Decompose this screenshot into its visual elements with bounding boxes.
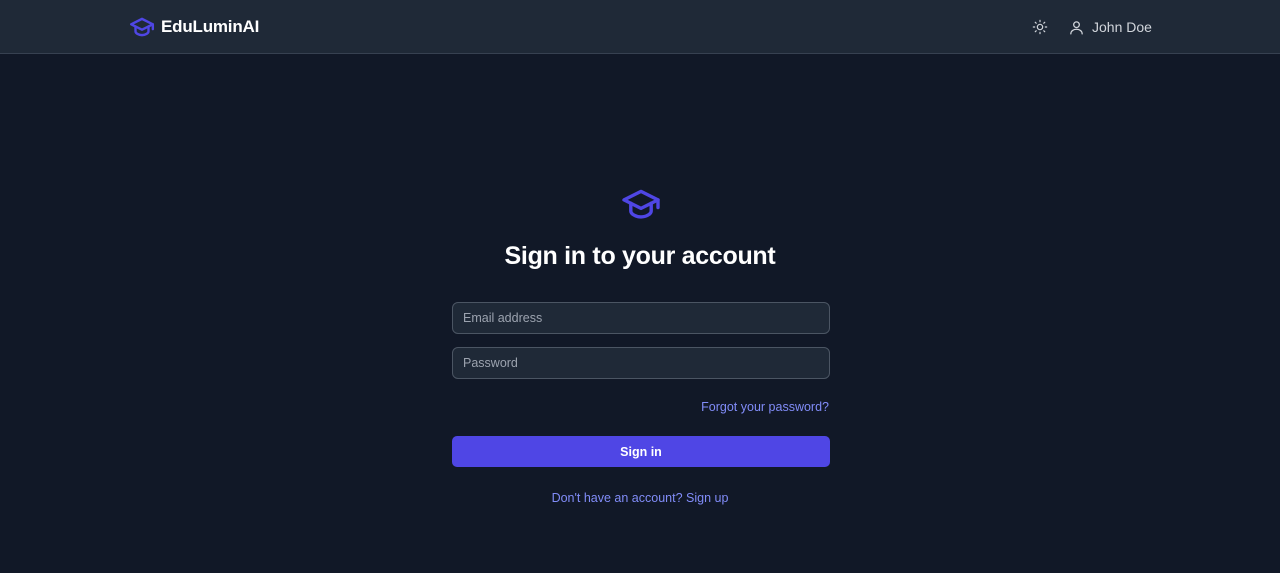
sun-icon bbox=[1032, 19, 1048, 35]
user-icon bbox=[1070, 20, 1083, 35]
password-field[interactable] bbox=[452, 347, 830, 379]
sign-in-button[interactable]: Sign in bbox=[452, 436, 830, 467]
sign-up-link[interactable]: Don't have an account? Sign up bbox=[0, 491, 1280, 505]
graduation-cap-icon bbox=[129, 17, 155, 37]
brand-name: EduLuminAI bbox=[161, 17, 260, 36]
brand-home-link[interactable]: EduLuminAI bbox=[129, 14, 259, 40]
email-field[interactable] bbox=[452, 302, 830, 334]
page-title: Sign in to your account bbox=[504, 242, 776, 270]
graduation-cap-icon bbox=[622, 189, 660, 219]
signin-page: Sign in to your account Forgot your pass… bbox=[0, 54, 1280, 573]
user-name: John Doe bbox=[1092, 19, 1152, 35]
top-navbar: EduLuminAI John Doe bbox=[0, 0, 1280, 54]
forgot-password-link[interactable]: Forgot your password? bbox=[701, 400, 829, 414]
theme-toggle-button[interactable] bbox=[1029, 16, 1051, 38]
user-menu[interactable]: John Doe bbox=[1068, 16, 1152, 38]
